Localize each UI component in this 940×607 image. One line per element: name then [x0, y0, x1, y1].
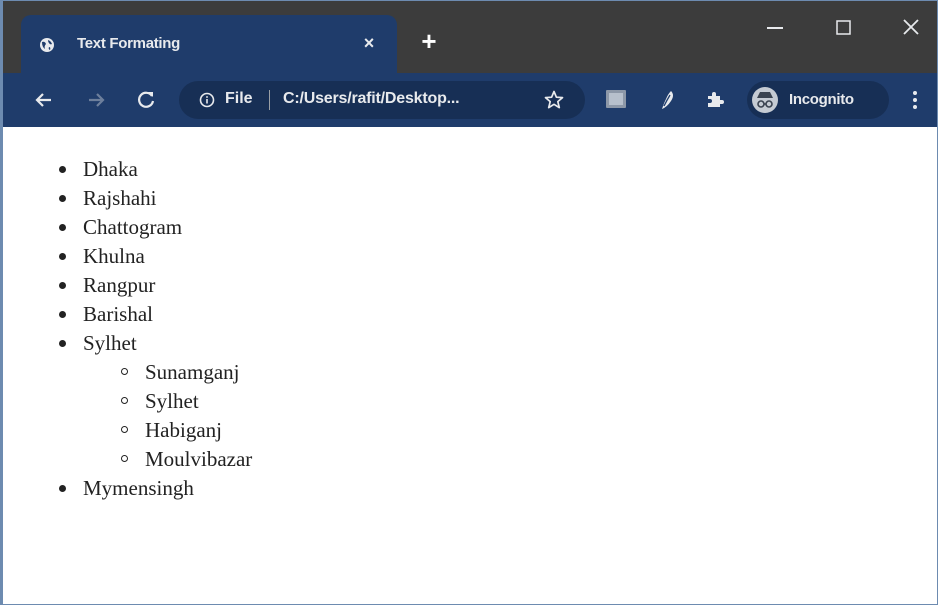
page-content: Dhaka Rajshahi Chattogram Khulna Rangpur Bari…	[3, 127, 937, 604]
list-item: Khulna	[59, 242, 252, 271]
list-item-label: Rajshahi	[83, 186, 157, 210]
list-item: Mymensingh	[59, 474, 252, 503]
bullet-icon	[59, 166, 66, 173]
circle-bullet-icon	[121, 455, 128, 462]
forward-arrow-icon[interactable]	[83, 87, 109, 113]
list-item-label: Mymensingh	[83, 476, 194, 500]
close-icon	[903, 19, 919, 35]
circle-bullet-icon	[121, 426, 128, 433]
sub-list-item: Habiganj	[121, 416, 252, 445]
list-item-label: Khulna	[83, 244, 145, 268]
incognito-label: Incognito	[789, 91, 854, 108]
new-tab-button[interactable]: +	[417, 28, 441, 54]
extension-leaf-icon[interactable]	[659, 89, 677, 111]
circle-bullet-icon	[121, 397, 128, 404]
tab-text-formating[interactable]: Text Formating ×	[21, 15, 397, 73]
bullet-icon	[59, 224, 66, 231]
bullet-icon	[59, 282, 66, 289]
scheme-label: File	[225, 90, 253, 107]
incognito-profile-button[interactable]: Incognito	[747, 81, 889, 119]
circle-bullet-icon	[121, 368, 128, 375]
list-item: Chattogram	[59, 213, 252, 242]
bullet-icon	[59, 311, 66, 318]
browser-window: Text Formating × + File C:/Users/rafit/D…	[0, 0, 938, 605]
info-icon[interactable]	[199, 92, 215, 108]
list-item: Rajshahi	[59, 184, 252, 213]
list-item-label: Sylhet	[83, 331, 137, 355]
tab-title: Text Formating	[77, 35, 181, 52]
extensions-puzzle-icon[interactable]	[705, 89, 725, 109]
globe-icon	[40, 38, 54, 52]
list-item: Sylhet Sunamganj Sylhet Habiganj Moulvibazar	[59, 329, 252, 474]
sub-list-item-label: Sylhet	[145, 389, 199, 413]
omnibox-divider	[269, 90, 270, 110]
maximize-button[interactable]	[823, 13, 863, 43]
close-window-button[interactable]	[891, 13, 931, 43]
sub-list-item-label: Sunamganj	[145, 360, 240, 384]
division-list: Dhaka Rajshahi Chattogram Khulna Rangpur Bari…	[3, 155, 252, 503]
reload-icon[interactable]	[133, 87, 159, 113]
address-bar[interactable]: File C:/Users/rafit/Desktop...	[179, 81, 585, 119]
sub-list-item: Moulvibazar	[121, 445, 253, 474]
star-icon[interactable]	[543, 89, 565, 111]
sub-list-item-label: Moulvibazar	[145, 447, 253, 471]
list-item-label: Barishal	[83, 302, 153, 326]
list-item: Rangpur	[59, 271, 252, 300]
list-item: Barishal	[59, 300, 252, 329]
sub-list-item-label: Habiganj	[145, 418, 222, 442]
maximize-icon	[836, 20, 851, 35]
sub-list-item: Sylhet	[121, 387, 252, 416]
extension-image-icon[interactable]	[605, 89, 627, 109]
tab-close-button[interactable]: ×	[359, 33, 379, 53]
list-item-label: Chattogram	[83, 215, 183, 239]
bullet-icon	[59, 485, 66, 492]
bullet-icon	[59, 340, 66, 347]
list-item-label: Dhaka	[83, 157, 138, 181]
bullet-icon	[59, 195, 66, 202]
list-item: Dhaka	[59, 155, 252, 184]
sub-list: Sunamganj Sylhet Habiganj Moulvibazar	[83, 358, 252, 474]
title-bar: Text Formating × +	[3, 1, 937, 73]
minimize-button[interactable]	[755, 13, 795, 43]
incognito-icon	[752, 87, 778, 113]
list-item-label: Rangpur	[83, 273, 156, 297]
back-arrow-icon[interactable]	[31, 87, 57, 113]
sub-list-item: Sunamganj	[121, 358, 252, 387]
url-text[interactable]: C:/Users/rafit/Desktop...	[283, 90, 460, 108]
more-menu-icon[interactable]	[905, 87, 925, 113]
bullet-icon	[59, 253, 66, 260]
minimize-icon	[767, 27, 783, 29]
